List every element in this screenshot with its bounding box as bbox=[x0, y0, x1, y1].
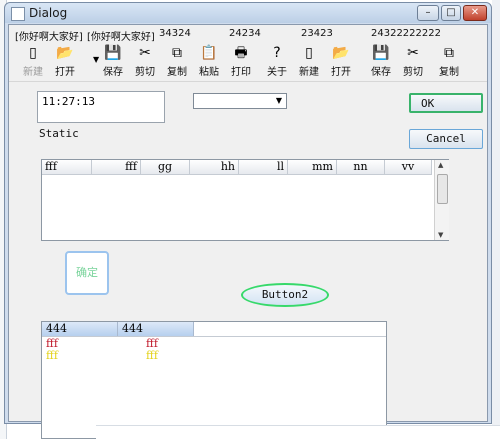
toolbar-button[interactable]: ▯ 新建 bbox=[293, 45, 325, 79]
toolbar-button[interactable]: 💾 保存 bbox=[97, 45, 129, 79]
menu-item-2[interactable]: [你好啊大家好] bbox=[87, 28, 155, 43]
open-folder-icon: 📂 bbox=[332, 45, 350, 61]
toolbar-button-label: 打开 bbox=[331, 67, 351, 78]
time-field[interactable]: 11:27:13 bbox=[37, 91, 165, 123]
toolbar-button[interactable]: ✂ 剪切 bbox=[129, 45, 161, 79]
list-header: 444 444 bbox=[42, 322, 386, 337]
menu-item-4[interactable]: 24234 bbox=[229, 28, 261, 39]
copy-icon: ⧉ bbox=[444, 45, 454, 61]
paste-icon: 📋 bbox=[200, 45, 218, 61]
scroll-thumb[interactable] bbox=[437, 174, 448, 204]
toolbar-button-label: 保存 bbox=[103, 67, 123, 78]
column-header[interactable]: 444 bbox=[42, 322, 118, 336]
toolbar-button[interactable]: 📂 打开 bbox=[325, 45, 357, 79]
title-bar[interactable]: Dialog – □ ✕ bbox=[5, 3, 491, 23]
dialog-client-area: [你好啊大家好] [你好啊大家好] 34324 24234 23423 2432… bbox=[8, 24, 488, 439]
toolbar-button-label: 剪切 bbox=[403, 67, 423, 78]
save-disk-icon: 💾 bbox=[104, 45, 122, 61]
toolbar-button[interactable]: 🖶 打印 bbox=[225, 45, 257, 79]
scroll-up-icon[interactable]: ▲ bbox=[438, 161, 443, 169]
menu-item-3[interactable]: 34324 bbox=[159, 28, 191, 39]
list-view-2[interactable]: 444 444 fff fff fff fff bbox=[41, 321, 387, 439]
toolbar-button-label: 打印 bbox=[231, 67, 251, 78]
confirm-button[interactable]: 确定 bbox=[65, 251, 109, 295]
list-cell: fff bbox=[146, 349, 158, 362]
toolbar-button[interactable]: ✂ 剪切 bbox=[397, 45, 429, 79]
list-view-1[interactable]: fff fff gg hh ll mm nn vv ▲ ▼ bbox=[41, 159, 449, 241]
window-app-icon bbox=[11, 7, 25, 21]
static-label: Static bbox=[39, 127, 79, 140]
toolbar-button-label: 新建 bbox=[299, 67, 319, 78]
ok-button[interactable]: OK bbox=[409, 93, 483, 113]
toolbar-button[interactable]: ⧉ 复制 bbox=[433, 45, 465, 79]
cancel-button[interactable]: Cancel bbox=[409, 129, 483, 149]
background-code-editor bbox=[96, 425, 500, 440]
copy-icon: ⧉ bbox=[172, 45, 182, 61]
dialog-window: Dialog – □ ✕ [你好啊大家好] [你好啊大家好] 34324 242… bbox=[4, 2, 492, 439]
column-header[interactable]: gg bbox=[141, 160, 190, 174]
column-header[interactable]: fff bbox=[92, 160, 141, 174]
scroll-down-icon[interactable]: ▼ bbox=[438, 231, 443, 239]
list-header: fff fff gg hh ll mm nn vv bbox=[42, 160, 432, 175]
toolbar-button[interactable]: 💾 保存 bbox=[365, 45, 397, 79]
scissors-icon: ✂ bbox=[407, 45, 419, 61]
list-cell: fff bbox=[46, 349, 58, 362]
toolbar-button-label: 复制 bbox=[439, 67, 459, 78]
toolbar-button-label: 剪切 bbox=[135, 67, 155, 78]
column-header[interactable]: fff bbox=[42, 160, 92, 174]
help-icon: ? bbox=[273, 45, 281, 61]
chevron-down-icon[interactable]: ▼ bbox=[272, 94, 286, 108]
column-header[interactable]: nn bbox=[337, 160, 385, 174]
new-document-icon: ▯ bbox=[29, 45, 37, 61]
toolbar-button[interactable]: ⧉ 复制 bbox=[161, 45, 193, 79]
toolbar-button-label: 关于 bbox=[267, 67, 287, 78]
new-document-icon: ▯ bbox=[305, 45, 313, 61]
menu-item-1[interactable]: [你好啊大家好] bbox=[15, 28, 83, 43]
toolbar-button-label: 打开 bbox=[55, 67, 75, 78]
toolbar-button[interactable]: 📋 粘贴 bbox=[193, 45, 225, 79]
column-header[interactable]: vv bbox=[385, 160, 432, 174]
scissors-icon: ✂ bbox=[139, 45, 151, 61]
list-item[interactable]: fff fff bbox=[42, 338, 386, 350]
menu-item-6[interactable]: 24322222222 bbox=[371, 28, 441, 39]
list-item[interactable]: fff fff bbox=[42, 350, 386, 362]
toolbar-button[interactable]: 📂 打开 bbox=[49, 45, 81, 79]
column-header[interactable]: mm bbox=[288, 160, 337, 174]
menu-bar: [你好啊大家好] [你好啊大家好] 34324 24234 23423 2432… bbox=[9, 25, 487, 44]
column-header[interactable]: hh bbox=[190, 160, 239, 174]
toolbar-button-label: 复制 bbox=[167, 67, 187, 78]
save-disk-icon: 💾 bbox=[372, 45, 390, 61]
toolbar-button-label: 保存 bbox=[371, 67, 391, 78]
toolbar-button-label: 新建 bbox=[23, 67, 43, 78]
combo-box[interactable]: ▼ bbox=[193, 93, 287, 109]
menu-item-5[interactable]: 23423 bbox=[301, 28, 333, 39]
vertical-scrollbar[interactable]: ▲ ▼ bbox=[434, 160, 449, 240]
toolbar: ▼ ▯ 新建 📂 打开 💾 保存 ✂ 剪切 ⧉ 复制 📋 粘贴 🖶 打印? 关于 ▯ 新建 📂 打开 💾 保存 ✂ 剪切 ⧉ 复… bbox=[9, 43, 487, 82]
printer-icon: 🖶 bbox=[234, 45, 248, 61]
column-header[interactable]: 444 bbox=[118, 322, 194, 336]
close-button[interactable]: ✕ bbox=[463, 5, 487, 21]
toolbar-button-label: 粘贴 bbox=[199, 67, 219, 78]
button2[interactable]: Button2 bbox=[241, 283, 329, 307]
open-folder-icon: 📂 bbox=[56, 45, 74, 61]
background-window-edge-right bbox=[492, 0, 500, 439]
toolbar-button[interactable]: ▯ 新建 bbox=[17, 45, 49, 79]
toolbar-button[interactable]: ? 关于 bbox=[261, 45, 293, 79]
minimize-button[interactable]: – bbox=[417, 5, 439, 21]
column-header[interactable]: ll bbox=[239, 160, 288, 174]
restore-button[interactable]: □ bbox=[441, 5, 461, 21]
window-title: Dialog bbox=[29, 6, 68, 20]
